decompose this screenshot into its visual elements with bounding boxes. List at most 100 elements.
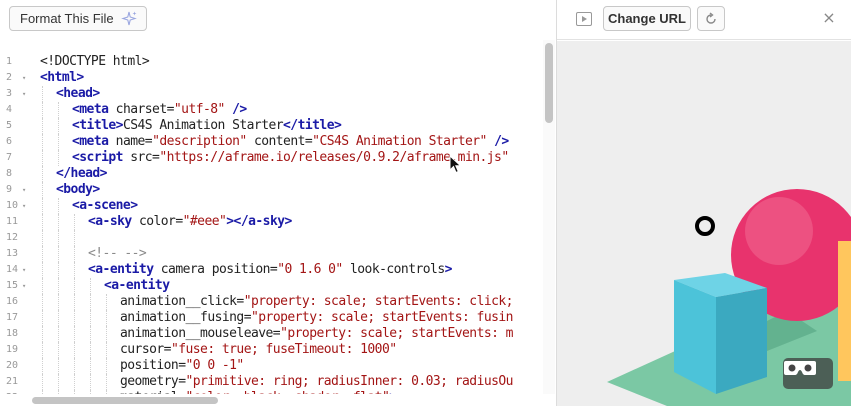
fold-toggle-icon[interactable]: ▾ bbox=[22, 70, 26, 86]
indent-guide bbox=[42, 102, 43, 118]
code-editor[interactable]: 1 <!DOCTYPE html> 2 ▾ <html> 3 ▾ <head> 4 <meta c… bbox=[0, 54, 541, 394]
line-number: 11 bbox=[6, 216, 19, 227]
indent-guide bbox=[42, 134, 43, 150]
indent-guide bbox=[42, 214, 43, 230]
indent-guide bbox=[58, 278, 59, 294]
indent-guide bbox=[42, 342, 43, 358]
fold-toggle-icon[interactable]: ▾ bbox=[22, 182, 26, 198]
line-number: 20 bbox=[6, 360, 19, 371]
code-line[interactable]: 5 <title>CS4S Animation Starter</title> bbox=[0, 118, 541, 134]
code-token: "property: scale; startEvents: fusin bbox=[250, 310, 514, 325]
code-token: name= bbox=[108, 134, 153, 149]
line-number: 18 bbox=[6, 328, 19, 339]
code-line[interactable]: 20 position="0 0 -1" bbox=[0, 358, 541, 374]
code-line[interactable]: 11 <a-sky color="#eee"></a-sky> bbox=[0, 214, 541, 230]
indent-guide bbox=[90, 278, 91, 294]
format-file-button[interactable]: Format This File bbox=[9, 6, 147, 31]
code-token: color= bbox=[131, 214, 183, 229]
code-text: animation__click="property: scale; start… bbox=[120, 294, 514, 310]
indent-guide bbox=[74, 310, 75, 326]
vr-headset-icon bbox=[784, 361, 816, 375]
code-token: position= bbox=[120, 358, 186, 373]
code-token: <head> bbox=[56, 86, 100, 101]
code-token: src= bbox=[122, 150, 160, 165]
fold-toggle-icon[interactable]: ▾ bbox=[22, 86, 26, 102]
code-line[interactable]: 1 <!DOCTYPE html> bbox=[0, 54, 541, 70]
fold-toggle-icon[interactable]: ▾ bbox=[22, 278, 26, 294]
vertical-scrollbar-thumb[interactable] bbox=[545, 43, 553, 123]
line-number: 5 bbox=[6, 120, 13, 131]
indent-guide bbox=[74, 278, 75, 294]
indent-guide bbox=[42, 262, 43, 278]
indent-guide bbox=[42, 374, 43, 390]
code-line[interactable]: 19 cursor="fuse: true; fuseTimeout: 1000" bbox=[0, 342, 541, 358]
fold-toggle-icon[interactable]: ▾ bbox=[22, 198, 26, 214]
line-number: 12 bbox=[6, 232, 19, 243]
indent-guide bbox=[58, 246, 59, 262]
change-url-button[interactable]: Change URL bbox=[603, 6, 691, 31]
code-text: <body> bbox=[56, 182, 100, 198]
code-line[interactable]: 14 ▾ <a-entity camera position="0 1.6 0" l… bbox=[0, 262, 541, 278]
code-line[interactable]: 2 ▾ <html> bbox=[0, 70, 541, 86]
horizontal-scrollbar-thumb[interactable] bbox=[32, 397, 218, 404]
line-number: 17 bbox=[6, 312, 19, 323]
code-text: <a-sky color="#eee"></a-sky> bbox=[88, 214, 292, 230]
code-line[interactable]: 10 ▾ <a-scene> bbox=[0, 198, 541, 214]
fold-toggle-icon[interactable]: ▾ bbox=[22, 262, 26, 278]
indent-guide bbox=[42, 182, 43, 198]
scene-box-side bbox=[716, 288, 767, 394]
indent-guide bbox=[42, 198, 43, 214]
indent-guide bbox=[42, 294, 43, 310]
code-token: <!DOCTYPE html> bbox=[40, 54, 150, 69]
code-token: </title> bbox=[283, 118, 342, 133]
play-icon[interactable] bbox=[576, 12, 592, 26]
line-number: 8 bbox=[6, 168, 13, 179]
code-text: </head> bbox=[56, 166, 107, 182]
code-line[interactable]: 6 <meta name="description" content="CS4S … bbox=[0, 134, 541, 150]
indent-guide bbox=[106, 358, 107, 374]
code-token: <a-entity bbox=[88, 262, 154, 277]
code-token: "utf-8" bbox=[173, 102, 225, 117]
indent-guide bbox=[58, 342, 59, 358]
code-line[interactable]: 15 ▾ <a-entity bbox=[0, 278, 541, 294]
editor-toolbar: Format This File bbox=[0, 0, 556, 40]
code-token: "primitive: ring; radiusInner: 0.03; rad… bbox=[185, 374, 514, 389]
code-line[interactable]: 3 ▾ <head> bbox=[0, 86, 541, 102]
code-line[interactable]: 4 <meta charset="utf-8" /> bbox=[0, 102, 541, 118]
indent-guide bbox=[74, 342, 75, 358]
close-icon[interactable]: × bbox=[821, 10, 837, 26]
indent-guide bbox=[106, 342, 107, 358]
indent-guide bbox=[58, 358, 59, 374]
code-text: <a-entity camera position="0 1.6 0" look… bbox=[88, 262, 452, 278]
code-line[interactable]: 21 geometry="primitive: ring; radiusInner… bbox=[0, 374, 541, 390]
code-token: <a-sky bbox=[88, 214, 132, 229]
code-line[interactable]: 16 animation__click="property: scale; sta… bbox=[0, 294, 541, 310]
code-token: charset= bbox=[108, 102, 175, 117]
code-text: material="color: black; shader: flat"> bbox=[120, 390, 397, 394]
indent-guide bbox=[42, 166, 43, 182]
code-line[interactable]: 18 animation__mouseleave="property: scale… bbox=[0, 326, 541, 342]
code-line[interactable]: 9 ▾ <body> bbox=[0, 182, 541, 198]
sparkles-icon bbox=[120, 10, 138, 28]
refresh-button[interactable] bbox=[697, 6, 725, 31]
indent-guide bbox=[42, 358, 43, 374]
code-line[interactable]: 17 animation__fusing="property: scale; st… bbox=[0, 310, 541, 326]
code-line[interactable]: 13 <!-- --> bbox=[0, 246, 541, 262]
code-line[interactable]: 22 material="color: black; shader: flat"> bbox=[0, 390, 541, 394]
code-token: /> bbox=[494, 134, 509, 149]
code-token: <html> bbox=[40, 70, 84, 85]
aframe-scene-preview[interactable] bbox=[557, 41, 851, 406]
line-number: 1 bbox=[6, 56, 13, 67]
indent-guide bbox=[58, 102, 59, 118]
code-line[interactable]: 12 bbox=[0, 230, 541, 246]
indent-guide bbox=[90, 374, 91, 390]
indent-guide bbox=[58, 230, 59, 246]
line-number: 4 bbox=[6, 104, 13, 115]
indent-guide bbox=[74, 230, 75, 246]
enter-vr-button[interactable] bbox=[783, 358, 833, 389]
code-text: <html> bbox=[40, 70, 84, 86]
code-text: cursor="fuse: true; fuseTimeout: 1000" bbox=[120, 342, 397, 358]
indent-guide bbox=[90, 358, 91, 374]
code-token: camera position= bbox=[153, 262, 278, 277]
